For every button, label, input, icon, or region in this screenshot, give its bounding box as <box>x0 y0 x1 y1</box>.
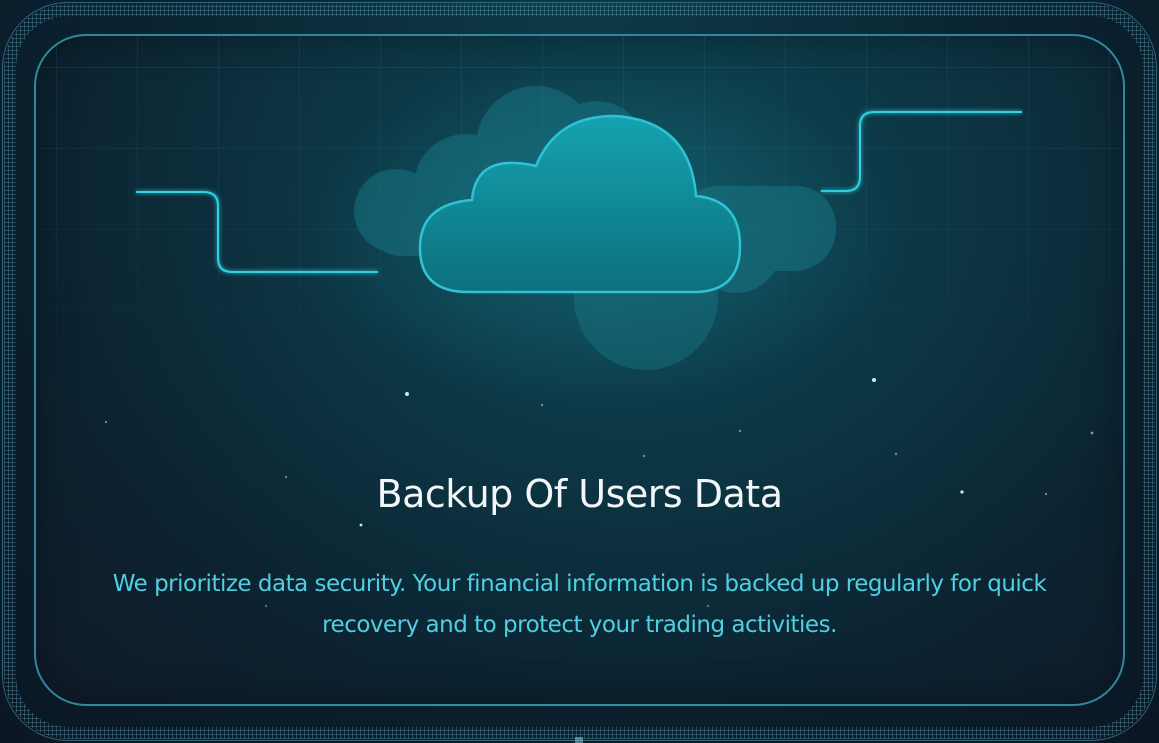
feature-card: Backup Of Users Data We prioritize data … <box>34 34 1125 706</box>
bottom-notch <box>575 737 583 743</box>
card-description: We prioritize data security. Your financ… <box>112 571 1047 638</box>
feature-frame: Backup Of Users Data We prioritize data … <box>0 0 1159 743</box>
card-title: Backup Of Users Data <box>376 472 783 516</box>
